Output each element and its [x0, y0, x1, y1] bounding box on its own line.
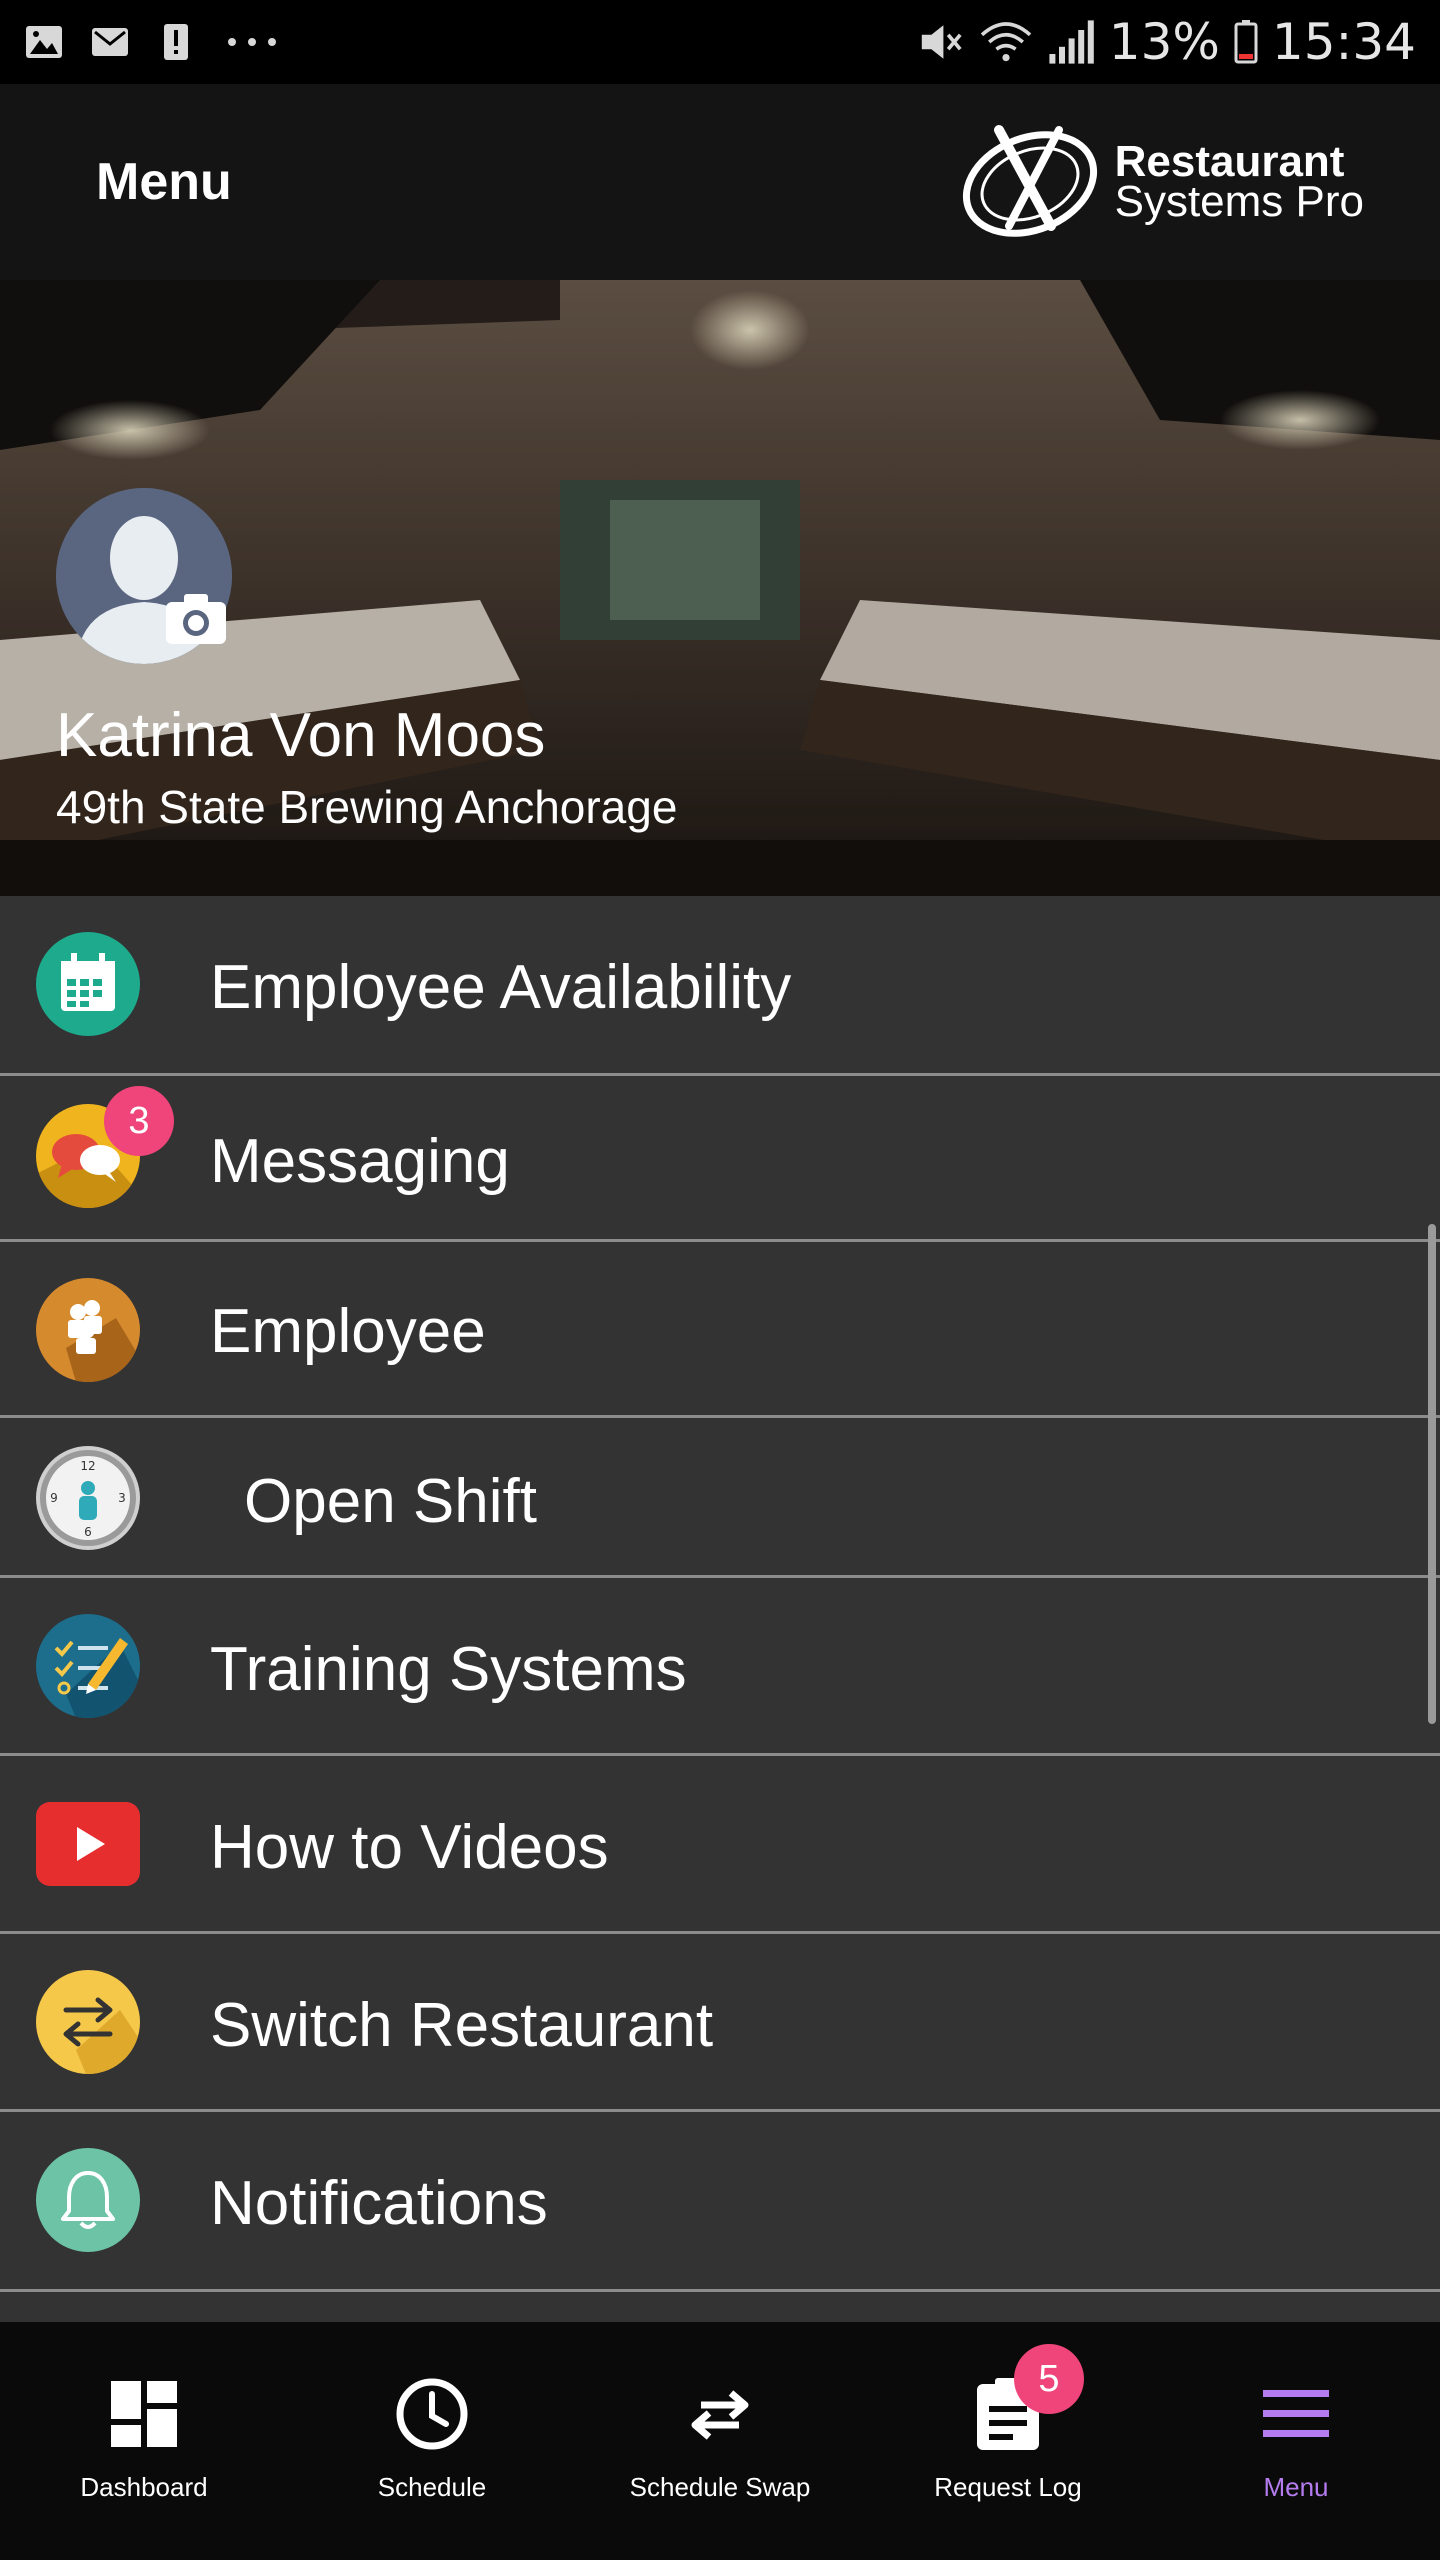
page-title: Menu [96, 153, 232, 211]
menu-item-open-shift[interactable]: 12 3 6 9 Open Shift [0, 1418, 1440, 1578]
nav-label: Schedule Swap [629, 2472, 811, 2502]
menu-item-label: How to Videos [210, 1813, 609, 1882]
switch-icon [36, 1970, 140, 2074]
hamburger-icon [1256, 2374, 1336, 2454]
mail-icon [92, 28, 128, 56]
bell-icon [36, 2148, 140, 2252]
youtube-icon [36, 1802, 140, 1886]
alert-icon [164, 24, 188, 60]
menu-item-label: Training Systems [210, 1635, 687, 1704]
swap-icon [680, 2374, 760, 2454]
logo-line-1: Restaurant [1114, 136, 1345, 186]
menu-item-employee[interactable]: Employee [0, 1242, 1440, 1418]
svg-text:6: 6 [84, 1525, 92, 1539]
calendar-icon [36, 932, 140, 1036]
menu-list: Employee Availability 3 Messaging Employ… [0, 896, 1440, 2292]
checklist-icon [36, 1614, 140, 1718]
menu-item-training-systems[interactable]: Training Systems [0, 1578, 1440, 1756]
app-header: Menu Restaurant Systems Pro [0, 84, 1440, 280]
user-restaurant: 49th State Brewing Anchorage [56, 781, 678, 833]
clock-icon [392, 2374, 472, 2454]
status-bar: 13% 15:34 [0, 0, 1440, 84]
bottom-navigation: Dashboard Schedule Schedule Swap 5 Reque… [0, 2322, 1440, 2560]
more-icon [228, 38, 276, 46]
request-log-badge: 5 [1014, 2344, 1084, 2414]
user-name: Katrina Von Moos [56, 701, 546, 770]
logo-line-2: Systems Pro [1114, 177, 1364, 226]
dashboard-icon [104, 2374, 184, 2454]
nav-label: Request Log [934, 2472, 1082, 2502]
nav-schedule[interactable]: Schedule [288, 2322, 576, 2560]
menu-item-messaging[interactable]: 3 Messaging [0, 1076, 1440, 1242]
nav-schedule-swap[interactable]: Schedule Swap [576, 2322, 864, 2560]
menu-item-label: Employee Availability [210, 953, 792, 1022]
wifi-icon [980, 22, 1031, 62]
menu-item-label: Notifications [210, 2169, 548, 2238]
mute-icon [921, 25, 962, 59]
menu-item-label: Messaging [210, 1127, 510, 1196]
messaging-badge: 3 [104, 1086, 174, 1156]
signal-icon [1049, 20, 1094, 64]
app-logo: Restaurant Systems Pro [955, 122, 1364, 242]
menu-item-how-to-videos[interactable]: How to Videos [0, 1756, 1440, 1934]
people-icon [36, 1278, 140, 1382]
battery-icon [1234, 20, 1258, 64]
fork-knife-logo-icon [962, 125, 1097, 237]
clock-time: 15:34 [1271, 13, 1416, 71]
svg-text:12: 12 [80, 1459, 95, 1473]
nav-menu[interactable]: Menu [1152, 2322, 1440, 2560]
scrollbar[interactable] [1428, 1224, 1436, 1724]
image-icon [26, 26, 62, 58]
clock-icon: 12 3 6 9 [36, 1446, 140, 1550]
svg-text:9: 9 [50, 1491, 58, 1505]
battery-percent: 13% [1108, 13, 1220, 71]
nav-label: Schedule [377, 2472, 487, 2502]
menu-item-notifications[interactable]: Notifications [0, 2112, 1440, 2292]
menu-item-employee-availability[interactable]: Employee Availability [0, 896, 1440, 1076]
profile-banner: Katrina Von Moos 49th State Brewing Anch… [0, 280, 1440, 896]
menu-item-label: Employee [210, 1297, 486, 1366]
nav-request-log[interactable]: 5 Request Log [864, 2322, 1152, 2560]
menu-item-label: Open Shift [244, 1467, 537, 1536]
nav-dashboard[interactable]: Dashboard [0, 2322, 288, 2560]
svg-text:3: 3 [118, 1491, 126, 1505]
menu-item-label: Switch Restaurant [210, 1991, 714, 2060]
menu-item-switch-restaurant[interactable]: Switch Restaurant [0, 1934, 1440, 2112]
nav-label: Dashboard [80, 2472, 208, 2502]
nav-label: Menu [1263, 2472, 1329, 2502]
camera-icon[interactable] [164, 592, 228, 646]
